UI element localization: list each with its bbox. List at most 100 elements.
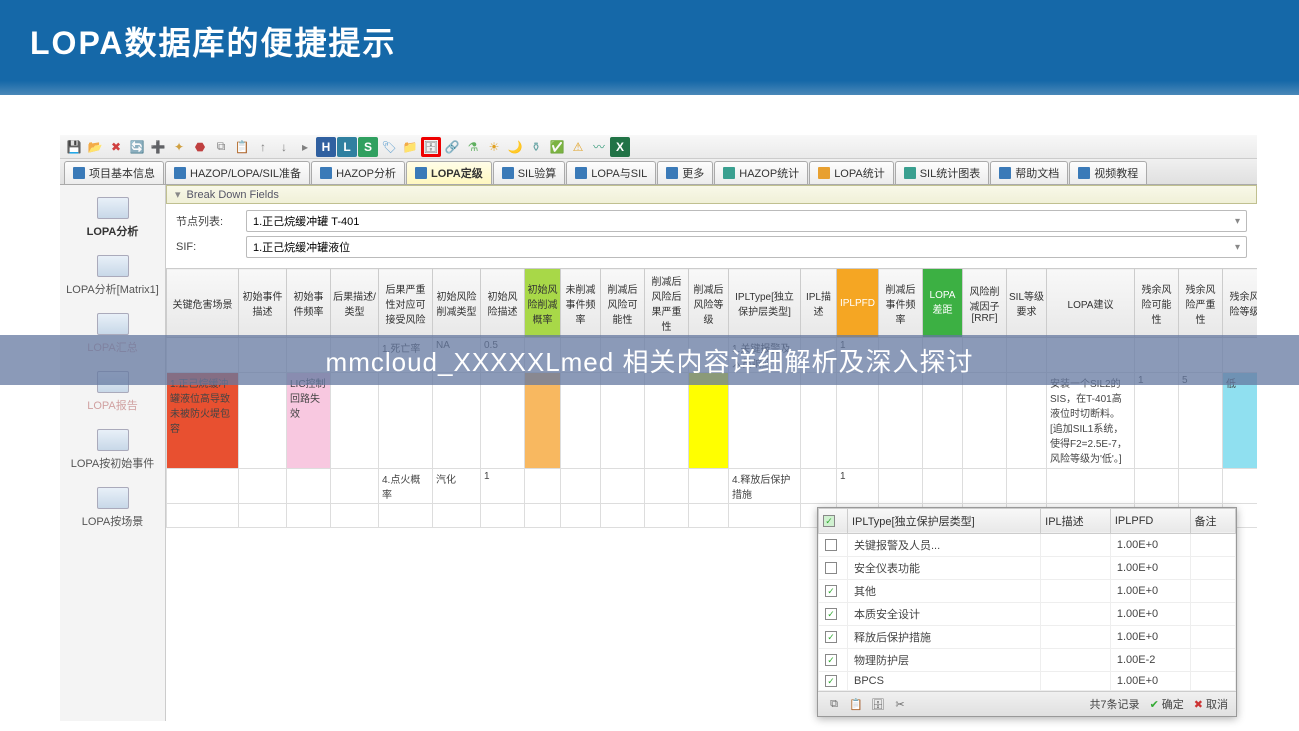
sidebar-item-LOPA按场景[interactable]: LOPA按场景 <box>60 479 165 537</box>
popup-row[interactable]: 安全仪表功能1.00E+0 <box>819 556 1236 579</box>
collapse-icon[interactable]: ▾ <box>175 188 181 201</box>
up-icon[interactable]: ↑ <box>253 137 273 157</box>
col-header[interactable]: 残余风险等级 <box>1223 269 1258 338</box>
cell[interactable] <box>287 504 331 528</box>
cell[interactable]: 4.点火概率 <box>379 469 433 504</box>
tab-HAZOP分析[interactable]: HAZOP分析 <box>311 161 405 184</box>
h-icon[interactable]: H <box>316 137 336 157</box>
col-header[interactable]: 后果描述/类型 <box>331 269 379 338</box>
popup-tools-icon[interactable]: ✂ <box>892 696 908 712</box>
add-icon[interactable]: ➕ <box>148 137 168 157</box>
cell[interactable] <box>879 469 923 504</box>
cell[interactable] <box>1135 469 1179 504</box>
tab-SIL统计图表[interactable]: SIL统计图表 <box>895 161 990 184</box>
tab-LOPA统计[interactable]: LOPA统计 <box>809 161 894 184</box>
popup-cancel-button[interactable]: ✖取消 <box>1194 696 1228 712</box>
tab-HAZOP统计[interactable]: HAZOP统计 <box>714 161 808 184</box>
col-header[interactable]: 初始事件频率 <box>287 269 331 338</box>
cell[interactable] <box>167 504 239 528</box>
cell[interactable] <box>561 504 601 528</box>
cell[interactable] <box>167 469 239 504</box>
open-icon[interactable]: 📂 <box>85 137 105 157</box>
col-header[interactable]: 削减后事件频率 <box>879 269 923 338</box>
tab-帮助文档[interactable]: 帮助文档 <box>990 161 1068 184</box>
cell[interactable] <box>729 373 801 469</box>
col-header[interactable]: LOPA建议 <box>1047 269 1135 338</box>
cell[interactable]: 5 <box>1179 373 1223 469</box>
cell[interactable] <box>601 373 645 469</box>
col-header[interactable]: 残余风险严重性 <box>1179 269 1223 338</box>
col-header[interactable]: IPL描述 <box>801 269 837 338</box>
col-header[interactable]: IPLPFD <box>837 269 879 338</box>
checkbox-all[interactable] <box>823 515 835 527</box>
popup-db-icon[interactable]: 🗄 <box>870 696 886 712</box>
wave-icon[interactable]: 〰 <box>589 137 609 157</box>
ipl-popup-table[interactable]: IPLType[独立保护层类型]IPL描述IPLPFD备注关键报警及人员...1… <box>818 508 1236 691</box>
sun-icon[interactable]: ☀ <box>484 137 504 157</box>
refresh-icon[interactable]: 🔄 <box>127 137 147 157</box>
popup-col[interactable]: IPL描述 <box>1041 508 1111 533</box>
down-icon[interactable]: ↓ <box>274 137 294 157</box>
next-icon[interactable]: ▸ <box>295 137 315 157</box>
popup-row[interactable]: 物理防护层1.00E-2 <box>819 648 1236 671</box>
tab-项目基本信息[interactable]: 项目基本信息 <box>64 161 164 184</box>
checkbox[interactable] <box>825 585 837 597</box>
cell[interactable] <box>801 469 837 504</box>
save-icon[interactable]: 💾 <box>64 137 84 157</box>
s-icon[interactable]: S <box>358 137 378 157</box>
popup-row[interactable]: BPCS1.00E+0 <box>819 671 1236 690</box>
popup-col[interactable]: 备注 <box>1190 508 1236 533</box>
cell[interactable] <box>963 373 1007 469</box>
popup-row[interactable]: 释放后保护措施1.00E+0 <box>819 625 1236 648</box>
cell[interactable] <box>601 504 645 528</box>
cell[interactable] <box>481 504 525 528</box>
col-header[interactable]: 关键危害场景 <box>167 269 239 338</box>
cell[interactable] <box>525 504 561 528</box>
popup-row[interactable]: 本质安全设计1.00E+0 <box>819 602 1236 625</box>
sidebar-item-LOPA按初始事件[interactable]: LOPA按初始事件 <box>60 421 165 479</box>
l-icon[interactable]: L <box>337 137 357 157</box>
cell[interactable] <box>1047 469 1135 504</box>
checkbox[interactable] <box>825 562 837 574</box>
tab-LOPA定级[interactable]: LOPA定级 <box>406 161 492 184</box>
col-header[interactable]: 风险削减因子[RRF] <box>963 269 1007 338</box>
cell[interactable]: 1.正己烷缓冲罐液位高导致未被防火堤包容 <box>167 373 239 469</box>
paste-icon[interactable]: 📋 <box>232 137 252 157</box>
cell[interactable] <box>239 469 287 504</box>
cell[interactable] <box>923 373 963 469</box>
popup-row[interactable]: 其他1.00E+0 <box>819 579 1236 602</box>
cell[interactable] <box>801 373 837 469</box>
col-header[interactable]: 后果严重性对应可接受风险 <box>379 269 433 338</box>
popup-paste-icon[interactable]: 📋 <box>848 696 864 712</box>
cell[interactable] <box>601 469 645 504</box>
warn-icon[interactable]: ⚠ <box>568 137 588 157</box>
check-icon[interactable]: ✅ <box>547 137 567 157</box>
cell[interactable] <box>561 373 601 469</box>
popup-ok-button[interactable]: ✔确定 <box>1150 696 1184 712</box>
copy-icon[interactable]: ⧉ <box>211 137 231 157</box>
checkbox[interactable] <box>825 539 837 551</box>
cell[interactable]: 汽化 <box>433 469 481 504</box>
cell[interactable] <box>331 469 379 504</box>
cell[interactable]: 安装一个SIL2的SIS，在T-401高液位时切断料。[追加SIL1系统，使得F… <box>1047 373 1135 469</box>
cell[interactable] <box>239 504 287 528</box>
col-header[interactable]: 初始风险削减类型 <box>433 269 481 338</box>
moon-icon[interactable]: 🌙 <box>505 137 525 157</box>
col-header[interactable]: 削减后风险可能性 <box>601 269 645 338</box>
cell[interactable] <box>481 373 525 469</box>
bd-select[interactable]: 1.正己烷缓冲罐 T-401▾ <box>246 210 1247 232</box>
cell[interactable]: 低 <box>1223 373 1258 469</box>
col-header[interactable]: SIL等级要求 <box>1007 269 1047 338</box>
cell[interactable] <box>331 504 379 528</box>
tab-HAZOP/LOPA/SIL准备[interactable]: HAZOP/LOPA/SIL准备 <box>165 161 310 184</box>
checkbox[interactable] <box>825 608 837 620</box>
col-header[interactable]: 削减后风险等级 <box>689 269 729 338</box>
bd-select[interactable]: 1.正己烷缓冲罐液位▾ <box>246 236 1247 258</box>
tag-icon[interactable]: 🏷 <box>379 137 399 157</box>
cell[interactable] <box>433 504 481 528</box>
cell[interactable] <box>525 373 561 469</box>
stop-icon[interactable]: ⬣ <box>190 137 210 157</box>
cell[interactable] <box>379 504 433 528</box>
cell[interactable]: 1 <box>837 469 879 504</box>
cell[interactable] <box>729 504 801 528</box>
